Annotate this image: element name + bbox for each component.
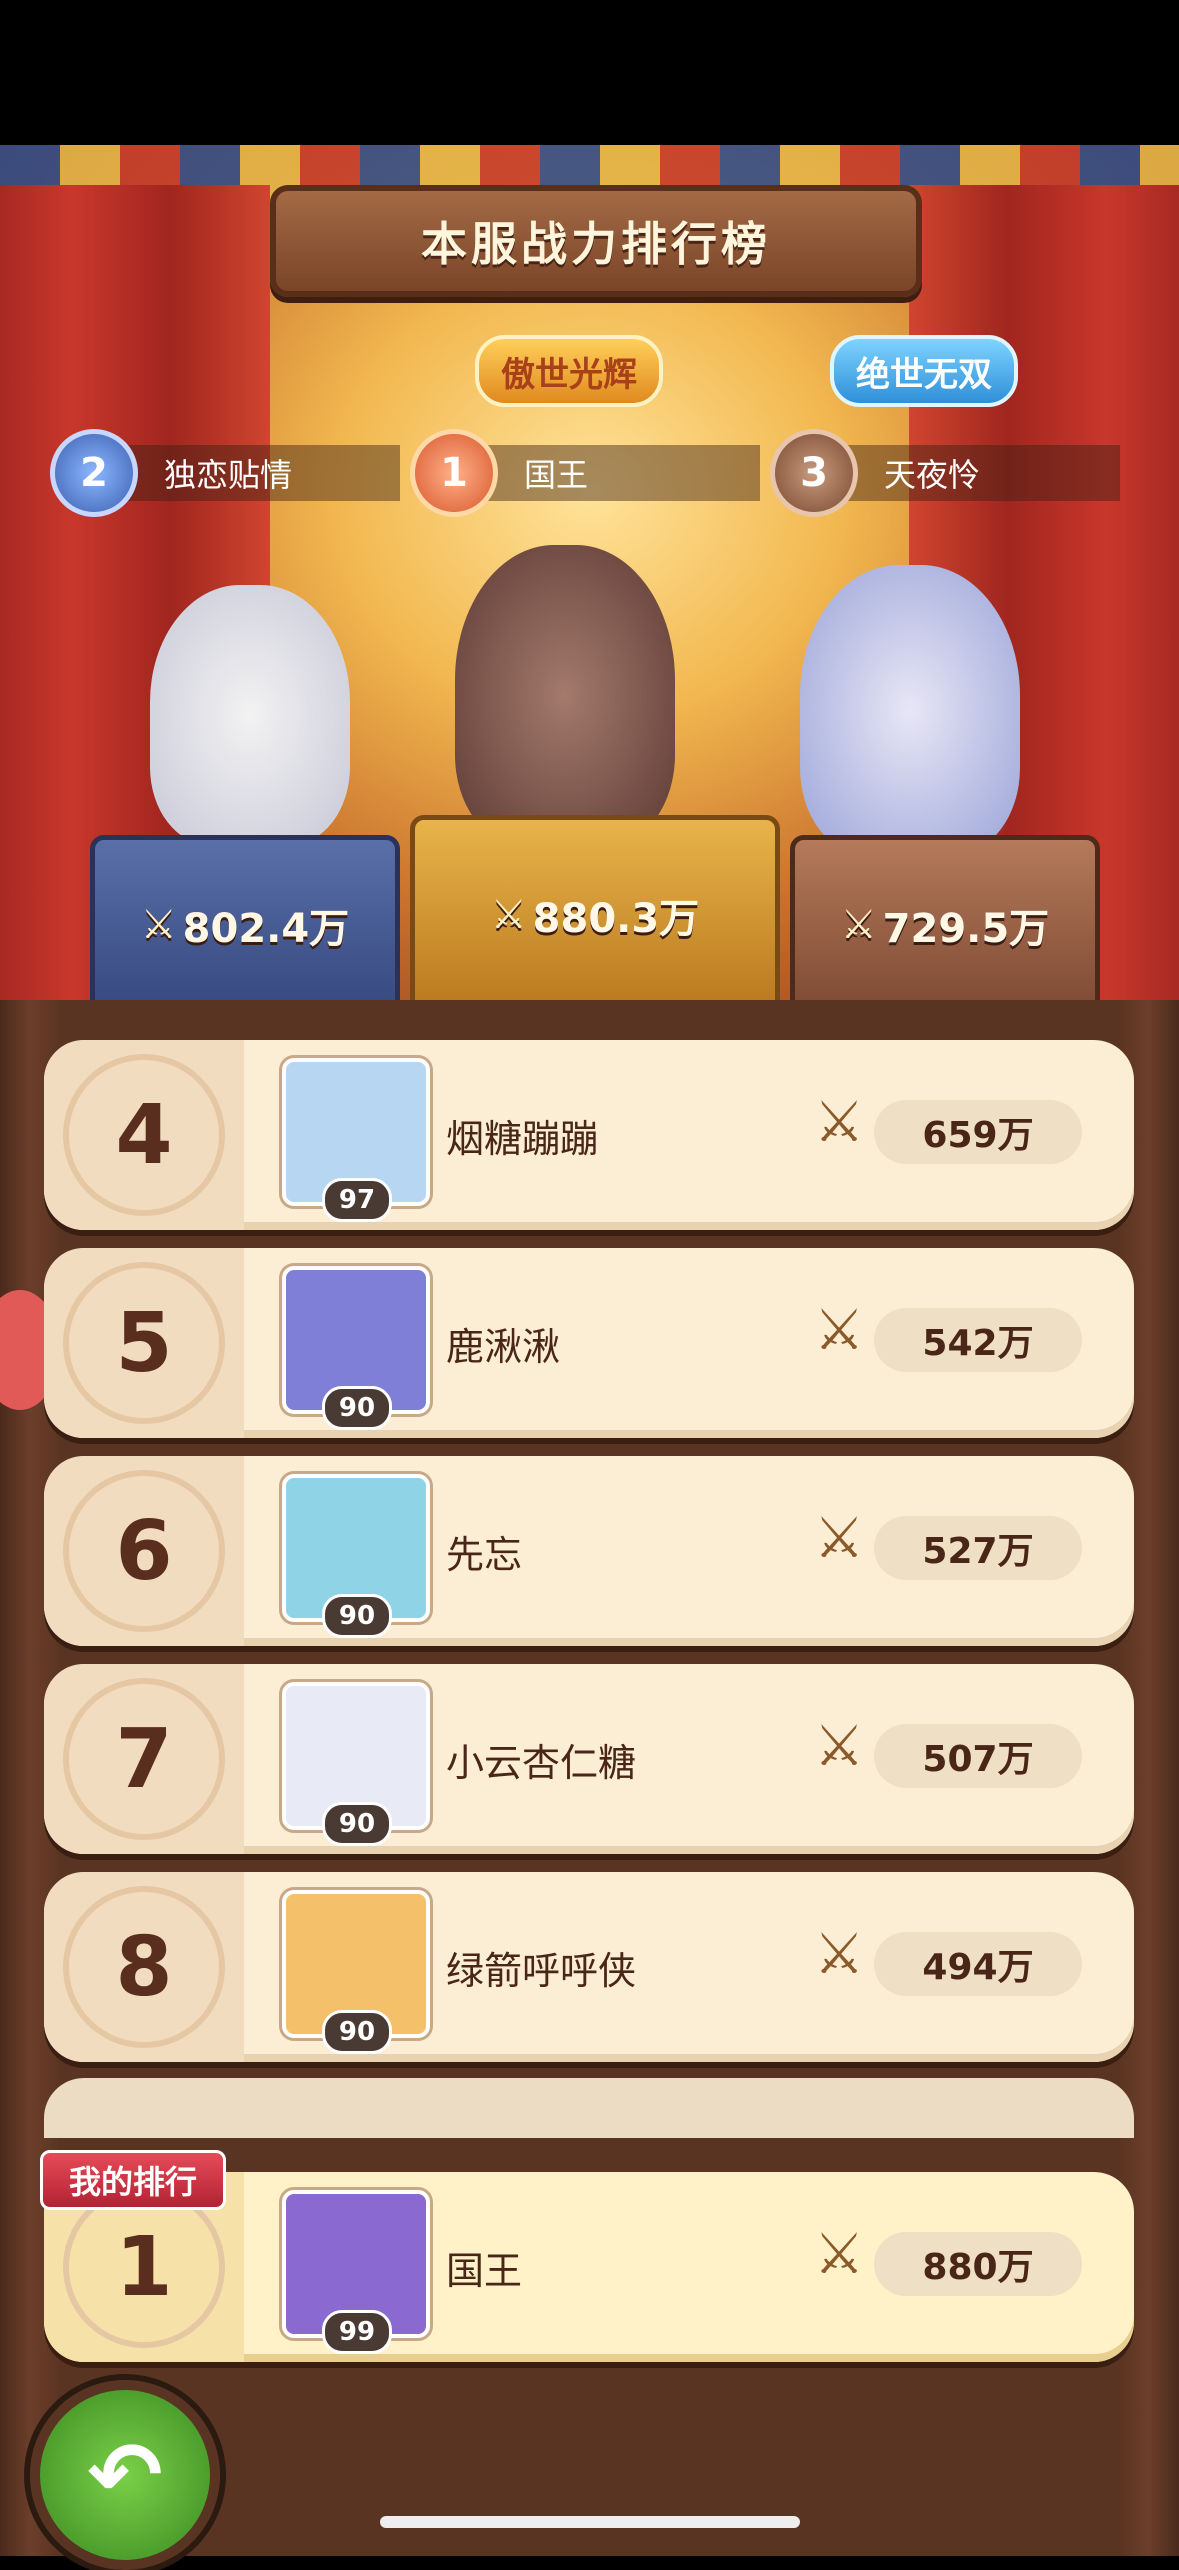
podium-power: 729.5万 — [882, 906, 1050, 952]
rank-number: 6 — [63, 1470, 225, 1632]
list-item-partial[interactable] — [44, 2078, 1134, 2138]
level-badge: 97 — [322, 1178, 392, 1222]
podium-name-rank3[interactable]: 3 天夜怜 — [770, 429, 1120, 517]
back-button[interactable]: ↶ — [30, 2380, 220, 2570]
list-item[interactable]: 7 90 小云杏仁糖 ⚔ 507万 — [44, 1664, 1134, 1854]
crossed-swords-icon: ⚔ — [814, 1714, 865, 1779]
player-name: 绿箭呼呼侠 — [446, 1948, 637, 1993]
level-badge: 99 — [322, 2310, 392, 2354]
rank-number: 7 — [63, 1678, 225, 1840]
rank-number: 4 — [63, 1054, 225, 1216]
podium-power: 880.3万 — [532, 896, 700, 942]
power-value: 542万 — [874, 1308, 1082, 1372]
player-name: 鹿湫湫 — [446, 1324, 561, 1369]
home-indicator[interactable] — [380, 2516, 800, 2528]
list-item[interactable]: 6 90 先忘 ⚔ 527万 — [44, 1456, 1134, 1646]
podium-power: 802.4万 — [182, 906, 350, 952]
crossed-swords-icon: ⚔ — [814, 1922, 865, 1987]
level-badge: 90 — [322, 1802, 392, 1846]
podium-name-rank2[interactable]: 2 独恋贴情 — [50, 429, 400, 517]
list-item[interactable]: 8 90 绿箭呼呼侠 ⚔ 494万 — [44, 1872, 1134, 2062]
rank-number: 1 — [63, 2186, 225, 2348]
medal-silver-icon: 2 — [50, 429, 138, 517]
character-rank2[interactable] — [150, 585, 350, 845]
badge-aoshi: 傲世光辉 — [475, 335, 663, 407]
level-badge: 90 — [322, 1386, 392, 1430]
power-value: 507万 — [874, 1724, 1082, 1788]
podium-name-rank1[interactable]: 1 国王 — [410, 429, 760, 517]
rank-number: 5 — [63, 1262, 225, 1424]
my-rank-label: 我的排行 — [40, 2150, 227, 2210]
pedestal-rank3: ⚔ 729.5万 — [790, 835, 1100, 1015]
podium-player-name: 独恋贴情 — [164, 456, 293, 494]
leaderboard-title-plank: 本服战力排行榜 — [270, 185, 922, 297]
level-badge: 90 — [322, 2010, 392, 2054]
player-name: 小云杏仁糖 — [446, 1740, 637, 1785]
crossed-swords-icon: ⚔ — [814, 2222, 865, 2287]
podium-player-name: 天夜怜 — [884, 456, 981, 494]
level-badge: 90 — [322, 1594, 392, 1638]
power-value: 527万 — [874, 1516, 1082, 1580]
crossed-swords-icon: ⚔ — [840, 902, 877, 948]
character-rank1[interactable] — [455, 545, 675, 845]
podium-player-name: 国王 — [524, 456, 589, 494]
power-value: 659万 — [874, 1100, 1082, 1164]
pedestal-rank1: ⚔ 880.3万 — [410, 815, 780, 1015]
podium-stage: 本服战力排行榜 傲世光辉 绝世无双 2 独恋贴情 1 国王 3 天夜怜 ⚔ 802… — [0, 145, 1179, 1015]
crossed-swords-icon: ⚔ — [814, 1298, 865, 1363]
list-item[interactable]: 5 90 鹿湫湫 ⚔ 542万 — [44, 1248, 1134, 1438]
crossed-swords-icon: ⚔ — [814, 1506, 865, 1571]
medal-bronze-icon: 3 — [770, 429, 858, 517]
crossed-swords-icon: ⚔ — [814, 1090, 865, 1155]
crossed-swords-icon: ⚔ — [140, 902, 177, 948]
player-name: 先忘 — [446, 1532, 523, 1577]
back-arrow-icon: ↶ — [87, 2422, 163, 2528]
player-name: 国王 — [446, 2248, 523, 2293]
pedestal-rank2: ⚔ 802.4万 — [90, 835, 400, 1015]
crossed-swords-icon: ⚔ — [490, 892, 527, 938]
badge-jueshi: 绝世无双 — [830, 335, 1018, 407]
list-item[interactable]: 4 97 烟糖蹦蹦 ⚔ 659万 — [44, 1040, 1134, 1230]
character-rank3[interactable] — [800, 565, 1020, 855]
power-value: 880万 — [874, 2232, 1082, 2296]
page-title: 本服战力排行榜 — [421, 217, 771, 271]
power-value: 494万 — [874, 1932, 1082, 1996]
status-bar — [0, 0, 1179, 145]
player-name: 烟糖蹦蹦 — [446, 1116, 599, 1161]
rank-number: 8 — [63, 1886, 225, 2048]
medal-gold-icon: 1 — [410, 429, 498, 517]
